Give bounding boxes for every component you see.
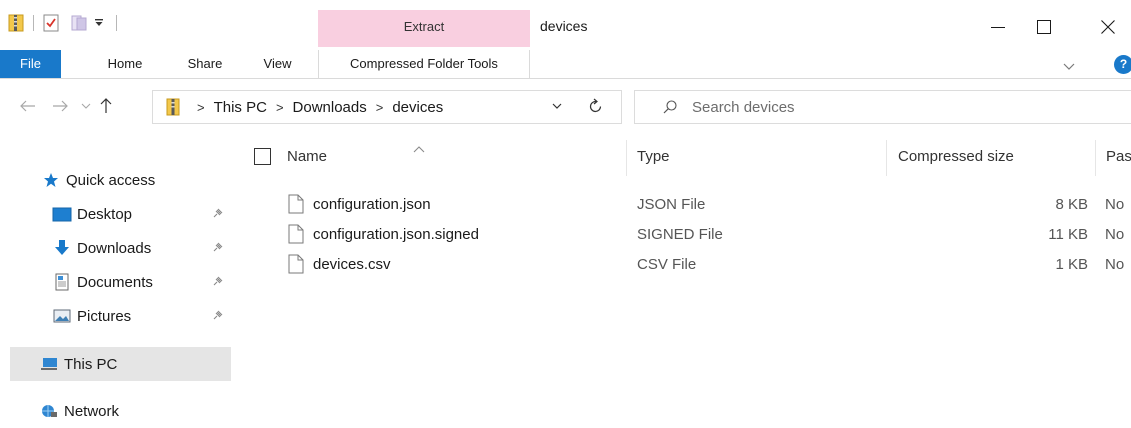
- breadcrumb-devices[interactable]: devices: [392, 99, 443, 116]
- pin-icon[interactable]: [212, 207, 224, 222]
- file-password: No: [1105, 226, 1125, 243]
- column-header-compressed-size[interactable]: Compressed size: [898, 148, 1014, 168]
- maximize-icon: [1037, 20, 1051, 34]
- quick-access-toolbar: [6, 11, 124, 35]
- breadcrumb-downloads[interactable]: Downloads: [293, 99, 367, 116]
- file-type: CSV File: [637, 256, 697, 273]
- pin-icon[interactable]: [212, 309, 224, 324]
- breadcrumb: > This PC > Downloads > devices: [166, 97, 443, 117]
- column-header-type[interactable]: Type: [637, 148, 670, 168]
- minimize-icon: [991, 27, 1005, 28]
- context-tab-label[interactable]: Extract: [318, 19, 530, 34]
- table-row[interactable]: devices.csv CSV File 1 KB No: [240, 250, 1131, 280]
- refresh-icon: [589, 98, 602, 113]
- search-placeholder: Search devices: [692, 99, 795, 116]
- help-button[interactable]: ?: [1114, 55, 1131, 74]
- file-type: JSON File: [637, 196, 706, 213]
- desktop-icon: [51, 204, 73, 224]
- column-header-name[interactable]: Name: [287, 148, 327, 168]
- tab-home[interactable]: Home: [95, 50, 155, 78]
- window-title: devices: [540, 18, 588, 34]
- breadcrumb-separator: >: [197, 99, 205, 115]
- arrow-up-icon: [100, 98, 112, 113]
- computer-icon: [38, 354, 60, 374]
- sidebar-item-downloads[interactable]: Downloads: [51, 231, 241, 265]
- file-password: No: [1105, 256, 1125, 273]
- star-icon: [40, 170, 62, 190]
- up-button[interactable]: [96, 96, 116, 116]
- pictures-icon: [51, 306, 73, 326]
- file-size: 8 KB: [1055, 196, 1088, 213]
- file-size: 11 KB: [1048, 226, 1088, 243]
- properties-icon[interactable]: [41, 13, 61, 33]
- file-icon: [288, 224, 304, 248]
- breadcrumb-separator: >: [375, 99, 384, 115]
- sidebar-item-label: Quick access: [66, 171, 156, 189]
- sidebar-item-label: Network: [64, 402, 120, 420]
- sort-ascending-icon: [413, 140, 425, 158]
- breadcrumb-separator: >: [275, 99, 284, 115]
- forward-button[interactable]: [50, 96, 70, 116]
- sidebar-item-quick-access[interactable]: Quick access: [40, 163, 155, 197]
- select-all-checkbox[interactable]: [254, 148, 271, 165]
- sidebar-item-pictures[interactable]: Pictures: [51, 299, 241, 333]
- download-arrow-icon: [51, 238, 73, 258]
- sidebar-item-label: Documents: [77, 273, 153, 291]
- file-type: SIGNED File: [637, 226, 723, 243]
- file-icon: [288, 254, 304, 278]
- arrow-left-icon: [20, 100, 35, 112]
- close-icon: [1101, 20, 1115, 34]
- recent-locations-button[interactable]: [76, 96, 96, 116]
- tab-view[interactable]: View: [255, 50, 300, 78]
- tab-file[interactable]: File: [0, 50, 61, 78]
- tab-share[interactable]: Share: [180, 50, 230, 78]
- sidebar-item-network[interactable]: Network: [38, 394, 119, 428]
- maximize-button[interactable]: [1021, 12, 1067, 42]
- column-divider[interactable]: [886, 140, 887, 176]
- file-name: devices.csv: [313, 256, 391, 273]
- refresh-button[interactable]: [586, 96, 606, 116]
- ribbon-tab-bar: [0, 50, 1131, 79]
- column-header-password[interactable]: Pas: [1106, 148, 1131, 168]
- zip-folder-icon: [166, 98, 180, 116]
- arrow-right-icon: [53, 100, 68, 112]
- sidebar-item-label: Pictures: [77, 307, 132, 325]
- sidebar-item-label: This PC: [64, 355, 118, 373]
- breadcrumb-this-pc[interactable]: This PC: [214, 99, 267, 116]
- table-row[interactable]: configuration.json.signed SIGNED File 11…: [240, 220, 1131, 250]
- chevron-down-icon: [81, 103, 91, 109]
- pin-icon[interactable]: [212, 241, 224, 256]
- table-row[interactable]: configuration.json JSON File 8 KB No: [240, 190, 1131, 220]
- file-size: 1 KB: [1055, 256, 1088, 273]
- address-history-button[interactable]: [547, 96, 567, 116]
- sidebar-item-desktop[interactable]: Desktop: [51, 197, 241, 231]
- customize-toolbar-icon[interactable]: [89, 13, 109, 33]
- file-name: configuration.json: [313, 196, 431, 213]
- network-icon: [38, 401, 60, 421]
- sidebar-item-documents[interactable]: Documents: [51, 265, 241, 299]
- zip-folder-icon[interactable]: [6, 13, 26, 33]
- chevron-down-icon: [1063, 63, 1075, 70]
- file-icon: [288, 194, 304, 218]
- search-icon: [660, 97, 680, 117]
- file-password: No: [1105, 196, 1125, 213]
- pin-icon[interactable]: [212, 275, 224, 290]
- sidebar-item-this-pc[interactable]: This PC: [38, 347, 117, 381]
- chevron-down-icon: [552, 103, 562, 109]
- sidebar-item-label: Downloads: [77, 239, 152, 257]
- ribbon-expand-button[interactable]: [1063, 58, 1075, 76]
- new-folder-icon[interactable]: [69, 13, 89, 33]
- sidebar-item-label: Desktop: [77, 205, 133, 223]
- column-divider[interactable]: [626, 140, 627, 176]
- documents-icon: [51, 272, 73, 292]
- close-button[interactable]: [1085, 12, 1131, 42]
- column-divider[interactable]: [1095, 140, 1096, 176]
- minimize-button[interactable]: [975, 12, 1021, 42]
- back-button[interactable]: [18, 96, 38, 116]
- file-name: configuration.json.signed: [313, 226, 479, 243]
- tab-compressed-folder-tools[interactable]: Compressed Folder Tools: [318, 50, 530, 78]
